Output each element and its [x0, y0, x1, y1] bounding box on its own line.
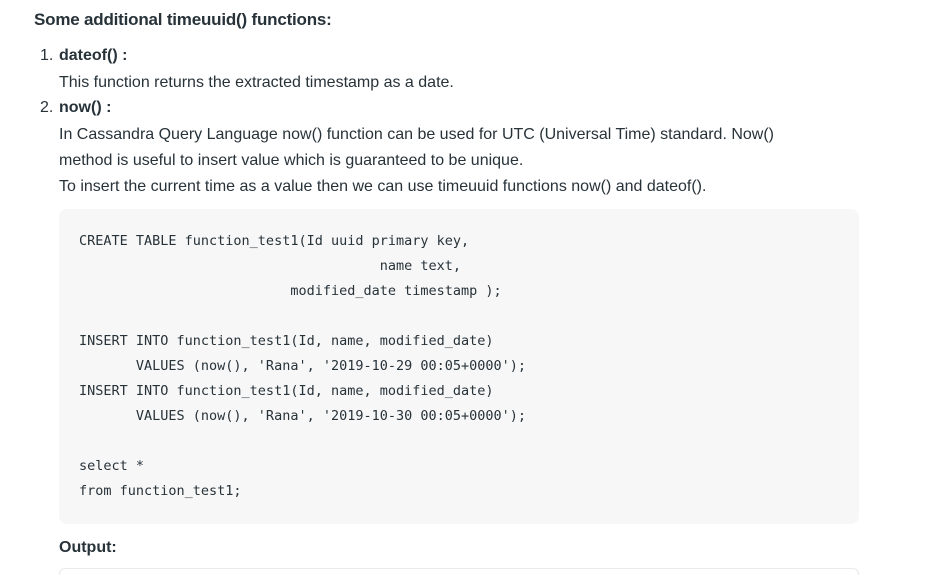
output-label: Output: — [59, 539, 117, 556]
description-line: To insert the current time as a value th… — [59, 178, 707, 195]
description-line: In Cassandra Query Language now() functi… — [59, 126, 774, 143]
list-item-number: 1. — [40, 47, 54, 64]
list-item-title: 2. now() : — [40, 97, 111, 119]
code-block[interactable]: CREATE TABLE function_test1(Id uuid prim… — [59, 209, 859, 524]
list-item-description: In Cassandra Query Language now() functi… — [59, 122, 774, 200]
description-line: This function returns the extracted time… — [59, 74, 454, 91]
output-box — [59, 568, 859, 575]
list-item-description: This function returns the extracted time… — [59, 70, 454, 96]
description-line: method is useful to insert value which i… — [59, 152, 524, 169]
function-name-dateof: dateof() : — [59, 47, 128, 64]
list-item-number: 2. — [40, 99, 54, 116]
list-item-title: 1. dateof() : — [40, 45, 127, 67]
section-heading: Some additional timeuuid() functions: — [34, 10, 332, 29]
function-name-now: now() : — [59, 99, 112, 116]
code-content[interactable]: CREATE TABLE function_test1(Id uuid prim… — [79, 229, 526, 504]
